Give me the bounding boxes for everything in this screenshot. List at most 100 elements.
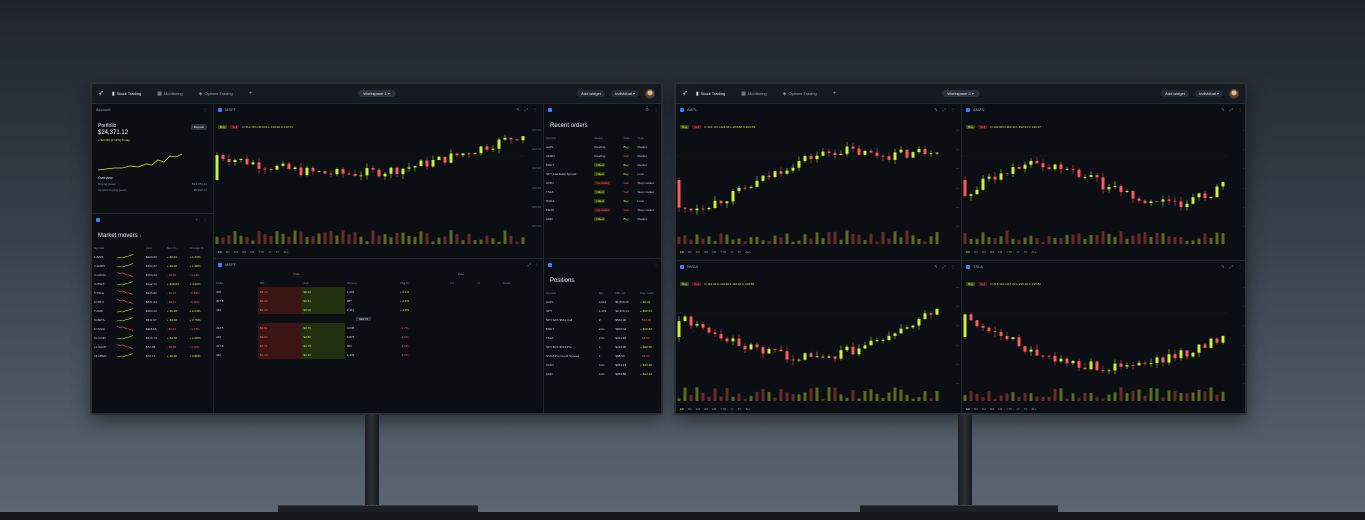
table-row[interactable]: NVDA Filled Buy Limit	[544, 196, 661, 205]
table-row[interactable]: AMZN Pending Sell Market	[544, 151, 661, 160]
bid-cell[interactable]: $6.40	[258, 296, 302, 305]
table-row[interactable]: SPY 6/21 $510 Call 2 $540.00 - $12.00	[544, 315, 661, 324]
timeframe-option[interactable]: YTD	[258, 250, 264, 254]
ask-cell[interactable]: $8.24	[301, 287, 345, 296]
timeframe-option[interactable]: 1D	[680, 407, 684, 411]
timeframe-option[interactable]: 5D	[688, 250, 692, 254]
column-header[interactable]: OI	[448, 278, 475, 287]
bid-cell[interactable]: $8.12	[258, 287, 302, 296]
table-row[interactable]: 410 $4.90 $5.02 2,311 + 1.9%	[214, 305, 543, 314]
timeframe-option[interactable]: 5Y	[738, 250, 742, 254]
timeframe-option[interactable]: 1Y	[1016, 250, 1020, 254]
timeframe-option[interactable]: 1M	[982, 407, 986, 411]
table-row[interactable]: 3 GOOG $164.24 - $2.01 - 1.21%	[92, 270, 213, 279]
timeframe-option[interactable]: 6M	[998, 250, 1002, 254]
timeframe-option[interactable]: YTD	[720, 407, 726, 411]
ask-cell[interactable]: $2.60	[301, 332, 345, 341]
timeframe-option[interactable]: 1D	[218, 250, 222, 254]
timeframe-option[interactable]: YTD	[1006, 407, 1012, 411]
candlestick-chart[interactable]	[962, 283, 1228, 401]
timeframe-option[interactable]: 1Y	[268, 250, 272, 254]
candlestick-chart[interactable]	[676, 126, 942, 244]
table-row[interactable]: AMD 4.0x $656.88 + $13.12	[544, 369, 661, 378]
column-header[interactable]: Strike	[214, 278, 258, 287]
timeframe-option[interactable]: ALL	[284, 250, 289, 254]
ask-cell[interactable]: $1.78	[301, 341, 345, 350]
chart-tools-icon[interactable]: ✎ ⤢ ⋮	[1221, 264, 1244, 269]
table-row[interactable]: TSLA Filled Sell Stop market	[544, 187, 661, 196]
tab-options-trading[interactable]: ◈ Options Trading	[783, 91, 817, 97]
bid-cell[interactable]: $2.52	[258, 332, 302, 341]
table-row[interactable]: MSFT Filled Buy Market	[544, 160, 661, 169]
account-selector[interactable]: Individual ▾	[610, 90, 639, 97]
chart-tools-icon[interactable]: ✎ ⤢ ⋮	[1221, 107, 1244, 112]
timeframe-option[interactable]: 1Y	[1016, 407, 1020, 411]
timeframe-option[interactable]: 1D	[966, 407, 970, 411]
table-row[interactable]: 6 NFLX $621.03 - $3.11 - 0.50%	[92, 297, 213, 306]
bid-cell[interactable]: $4.90	[258, 305, 302, 314]
add-tab-icon[interactable]: +	[833, 91, 837, 97]
timeframe-option[interactable]: 3M	[990, 407, 994, 411]
table-row[interactable]: 412.5 $3.61 $3.70 3,045 - 0.7%	[214, 323, 543, 332]
timeframe-option[interactable]: 5D	[974, 250, 978, 254]
table-row[interactable]: SPY 6/21 $515 Put 1 $210.00 + $20.00	[544, 342, 661, 351]
timeframe-option[interactable]: 5Y	[1024, 407, 1028, 411]
avatar[interactable]	[1229, 88, 1239, 99]
tab-monitoring[interactable]: ▦ Monitoring	[741, 91, 766, 97]
tab-monitoring[interactable]: ▦ Monitoring	[157, 91, 182, 97]
table-row[interactable]: COIN Canceled Sell Stop market	[544, 178, 661, 187]
timeframe-option[interactable]: ALL	[746, 250, 751, 254]
ask-cell[interactable]: $1.16	[301, 350, 345, 359]
timeframe-option[interactable]: 6M	[712, 407, 716, 411]
timeframe-option[interactable]: ALL	[1032, 407, 1037, 411]
timeframe-option[interactable]: ALL	[746, 407, 751, 411]
more-icon[interactable]: ⋮	[654, 262, 660, 267]
deposit-button[interactable]: Deposit	[190, 124, 207, 130]
table-row[interactable]: 7 AMD $164.22 + $3.28 + 2.04%	[92, 306, 213, 315]
table-row[interactable]: SPY Call Debit Spread Filled Buy Limit	[544, 169, 661, 178]
timeframe-option[interactable]: 5Y	[738, 407, 742, 411]
table-row[interactable]: 420 $1.10 $1.16 1,433 - 3.0%	[214, 350, 543, 359]
table-row[interactable]: MSFT 2.0x $825.42 + $16.84	[544, 324, 661, 333]
table-row[interactable]: 11 SHOP $72.18 - $0.95 - 1.30%	[92, 342, 213, 351]
candlestick-chart[interactable]	[676, 283, 942, 401]
table-row[interactable]: 10 COIN $219.73 + $4.50 + 2.09%	[92, 333, 213, 342]
timeframe-option[interactable]: 3M	[704, 250, 708, 254]
add-widget-button[interactable]: Add widget	[1161, 90, 1189, 97]
avatar[interactable]	[645, 88, 655, 99]
ask-cell[interactable]: $3.70	[301, 323, 345, 332]
table-row[interactable]: TSLA 2.0x $431.64 - $2.54	[544, 333, 661, 342]
timeframe-option[interactable]: 3M	[242, 250, 246, 254]
more-icon[interactable]: + ⋮	[196, 217, 209, 222]
table-row[interactable]: AAPL 4,011 $1,800.25 + $4.31	[544, 297, 661, 306]
table-row[interactable]: SPY 1,123 $2,400.14 + $12.04	[544, 306, 661, 315]
timeframe-option[interactable]: 1Y	[730, 407, 734, 411]
column-header[interactable]: Bid	[258, 278, 301, 287]
timeframe-option[interactable]: 6M	[250, 250, 254, 254]
timeframe-option[interactable]: 1D	[966, 250, 970, 254]
ask-cell[interactable]: $5.02	[301, 305, 345, 314]
bid-cell[interactable]: $3.61	[258, 323, 302, 332]
timeframe-option[interactable]: 1M	[982, 250, 986, 254]
candlestick-chart[interactable]	[214, 126, 526, 244]
column-header[interactable]: IV	[475, 278, 501, 287]
column-header[interactable]: Chg %	[398, 278, 449, 287]
table-row[interactable]: 405 $8.12 $8.24 1,204 + 3.1%	[214, 287, 543, 296]
timeframe-option[interactable]: YTD	[720, 250, 726, 254]
timeframe-option[interactable]: 5Y	[276, 250, 280, 254]
table-row[interactable]: 9 NVDA $118.65 - $2.14 - 1.77%	[92, 324, 213, 333]
more-icon[interactable]: ⋮	[203, 107, 209, 112]
table-row[interactable]: 415 $2.52 $2.60 1,876 - 1.2%	[214, 332, 543, 341]
candlestick-chart[interactable]	[962, 126, 1228, 244]
timeframe-option[interactable]: 1M	[234, 250, 238, 254]
table-row[interactable]: AAPL Pending Buy Market	[544, 142, 661, 151]
column-header[interactable]: Volume	[345, 278, 398, 287]
tab-stock-trading[interactable]: ▮ Stock Trading	[696, 91, 725, 97]
chart-tools-icon[interactable]: ✎ ⤢ ⋮	[934, 264, 957, 269]
table-row[interactable]: META Canceled Sell Stop market	[544, 205, 661, 214]
ask-cell[interactable]: $6.51	[301, 296, 345, 305]
timeframe-option[interactable]: 5D	[974, 407, 978, 411]
workspace-switcher[interactable]: Workspace 1 ▾	[357, 90, 396, 97]
tab-options-trading[interactable]: ◈ Options Trading	[199, 91, 233, 97]
table-row[interactable]: 2 AMZN $193.27 + $3.20 + 1.68%	[92, 261, 213, 270]
